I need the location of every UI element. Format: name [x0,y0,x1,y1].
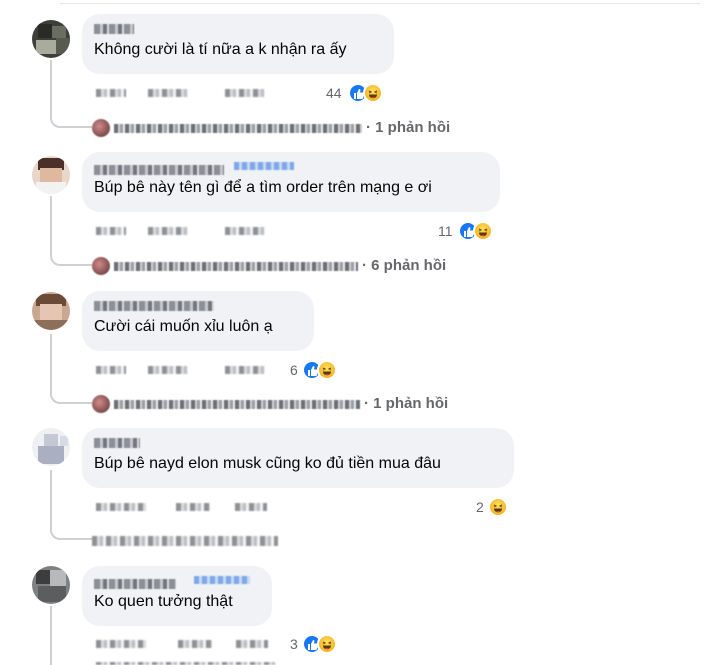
reaction-icons[interactable] [302,360,342,380]
reply-action[interactable] [225,227,265,235]
thread-connector [50,334,92,404]
comment-timestamp[interactable] [96,89,126,97]
haha-icon [473,221,493,241]
reply-action[interactable] [225,366,265,374]
view-replies-link[interactable]: · 1 phản hồi [92,394,492,414]
reply-avatar [92,257,110,275]
comment-bubble: Không cười là tí nữa a k nhận ra ấy [82,14,394,74]
like-action[interactable] [148,89,188,97]
author-tag[interactable] [194,576,251,584]
comment-text: Cười cái muốn xỉu luôn ạ [94,318,273,335]
thread-connector [50,196,92,266]
avatar[interactable] [32,156,70,194]
comment-timestamp[interactable] [96,503,146,511]
reply-author-names [114,124,362,133]
haha-icon [488,497,508,517]
author-name[interactable] [94,438,140,448]
avatar[interactable] [32,566,70,604]
reply-action[interactable] [235,503,267,511]
comment-timestamp[interactable] [96,366,126,374]
replies-count[interactable]: · 1 phản hồi [366,118,450,138]
comment-text: Búp bê nayd elon musk cũng ko đủ tiền mu… [94,455,441,472]
reaction-count[interactable]: 6 [290,360,298,380]
author-name[interactable] [94,165,224,175]
author-name[interactable] [94,301,214,311]
reaction-count[interactable]: 2 [476,497,484,517]
thread-connector [50,470,92,540]
author-tag[interactable] [234,162,295,170]
top-divider [60,3,700,4]
reaction-icons[interactable] [302,634,342,654]
reply-author-names [114,262,358,271]
avatar[interactable] [32,428,70,466]
like-action[interactable] [176,503,210,511]
author-name[interactable] [94,579,176,589]
reaction-icons[interactable] [488,497,510,517]
comment-bubble: Búp bê này tên gì để a tìm order trên mạ… [82,152,500,212]
comment-bubble: Cười cái muốn xỉu luôn ạ [82,291,314,351]
comment-text: Ko quen tưởng thật [94,593,233,610]
reply-avatar [92,119,110,137]
reaction-count[interactable]: 11 [438,221,453,241]
haha-icon [317,360,337,380]
avatar[interactable] [32,292,70,330]
avatar[interactable] [32,20,70,58]
author-row [94,162,488,175]
reaction-count[interactable]: 44 [326,83,342,103]
reply-preview[interactable] [92,536,278,546]
comment-text: Không cười là tí nữa a k nhận ra ấy [94,41,347,58]
view-replies-link[interactable]: · 1 phản hồi [92,118,492,138]
like-action[interactable] [148,366,188,374]
thread-connector [50,606,52,665]
comment-text: Búp bê này tên gì để a tìm order trên mạ… [94,179,432,196]
comment-timestamp[interactable] [96,640,146,648]
haha-icon [363,83,383,103]
replies-count[interactable]: · 1 phản hồi [364,394,448,414]
author-name[interactable] [94,24,134,34]
haha-icon [317,634,337,654]
reply-action[interactable] [225,89,265,97]
reaction-icons[interactable] [458,221,498,241]
comment-timestamp[interactable] [96,227,126,235]
author-row [94,576,260,589]
replies-count[interactable]: · 6 phản hồi [362,256,446,276]
view-replies-link[interactable]: · 6 phản hồi [92,256,492,276]
reply-action[interactable] [236,640,268,648]
reaction-count[interactable]: 3 [290,634,298,654]
like-action[interactable] [148,227,188,235]
reply-author-names [114,400,360,409]
reply-avatar [92,395,110,413]
comment-bubble: Ko quen tưởng thật [82,566,272,626]
comment-bubble: Búp bê nayd elon musk cũng ko đủ tiền mu… [82,428,514,488]
like-action[interactable] [178,640,212,648]
thread-connector [50,60,92,128]
reaction-icons[interactable] [348,83,388,103]
